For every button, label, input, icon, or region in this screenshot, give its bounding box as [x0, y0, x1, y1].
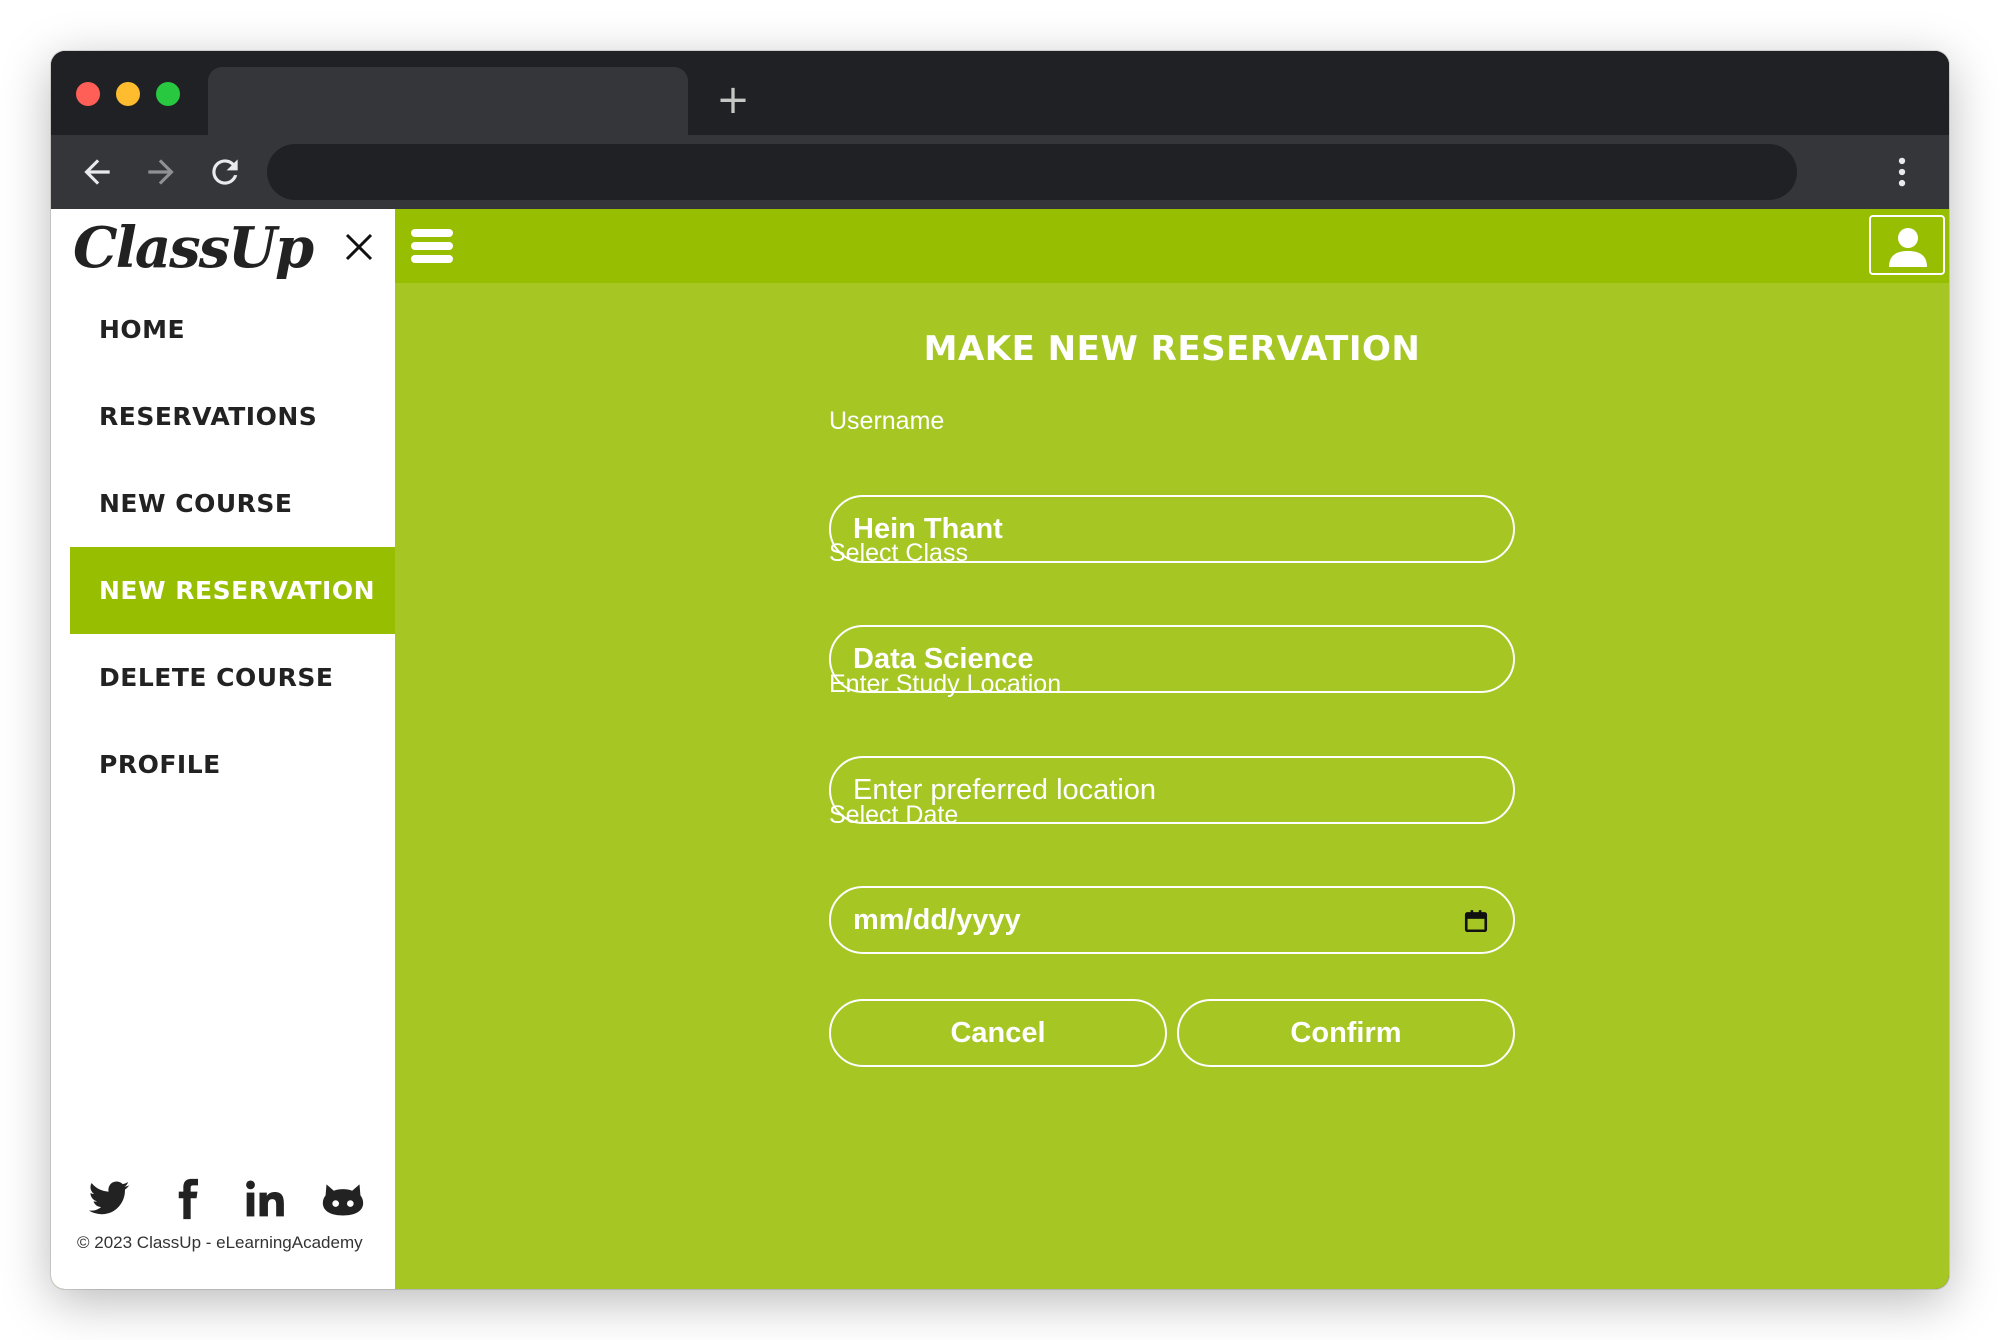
twitter-icon[interactable]: [87, 1177, 131, 1221]
study-location-label: Enter Study Location: [829, 670, 1062, 698]
tab-strip: +: [51, 51, 1949, 135]
browser-window: + ClassUp HOME RESERVATIONS NEW COURSE N: [51, 51, 1949, 1289]
hamburger-menu-icon[interactable]: [411, 229, 453, 263]
maximize-window-button[interactable]: [156, 82, 180, 106]
more-vert-icon[interactable]: [1883, 153, 1921, 191]
calendar-icon[interactable]: [1463, 908, 1489, 934]
minimize-window-button[interactable]: [116, 82, 140, 106]
browser-tab[interactable]: [208, 67, 688, 135]
page-title: MAKE NEW RESERVATION: [923, 329, 1421, 369]
copyright-text: © 2023 ClassUp - eLearningAcademy: [77, 1233, 363, 1252]
date-placeholder: mm/dd/yyyy: [853, 903, 1021, 936]
sidebar-item-new-course[interactable]: NEW COURSE: [70, 460, 395, 547]
date-field[interactable]: mm/dd/yyyy: [829, 886, 1515, 954]
close-window-button[interactable]: [76, 82, 100, 106]
back-icon[interactable]: [78, 153, 116, 191]
linkedin-icon[interactable]: [243, 1177, 287, 1221]
facebook-icon[interactable]: [165, 1177, 209, 1221]
close-sidebar-icon[interactable]: [339, 227, 379, 267]
sidebar-item-home[interactable]: HOME: [70, 286, 395, 373]
confirm-button[interactable]: Confirm: [1177, 999, 1515, 1067]
sidebar-item-profile[interactable]: PROFILE: [70, 721, 395, 808]
cancel-button[interactable]: Cancel: [829, 999, 1167, 1067]
classup-logo[interactable]: ClassUp: [73, 215, 314, 281]
reload-icon[interactable]: [206, 153, 244, 191]
sidebar-item-new-reservation[interactable]: NEW RESERVATION: [70, 547, 395, 634]
new-tab-button[interactable]: +: [716, 80, 750, 120]
sidebar-nav: HOME RESERVATIONS NEW COURSE NEW RESERVA…: [70, 286, 395, 808]
username-label: Username: [829, 407, 945, 435]
select-class-label: Select Class: [829, 539, 968, 567]
forward-icon[interactable]: [142, 153, 180, 191]
sidebar: ClassUp HOME RESERVATIONS NEW COURSE NEW…: [51, 209, 395, 1289]
browser-toolbar: [51, 135, 1949, 209]
user-icon: [1889, 228, 1927, 267]
top-bar: [395, 209, 1949, 283]
github-icon[interactable]: [321, 1177, 365, 1221]
social-links: [87, 1177, 387, 1225]
address-bar[interactable]: [267, 144, 1797, 200]
user-profile-button[interactable]: [1869, 215, 1945, 275]
sidebar-item-delete-course[interactable]: DELETE COURSE: [70, 634, 395, 721]
sidebar-item-reservations[interactable]: RESERVATIONS: [70, 373, 395, 460]
select-date-label: Select Date: [829, 801, 959, 829]
page-viewport: ClassUp HOME RESERVATIONS NEW COURSE NEW…: [51, 209, 1949, 1289]
